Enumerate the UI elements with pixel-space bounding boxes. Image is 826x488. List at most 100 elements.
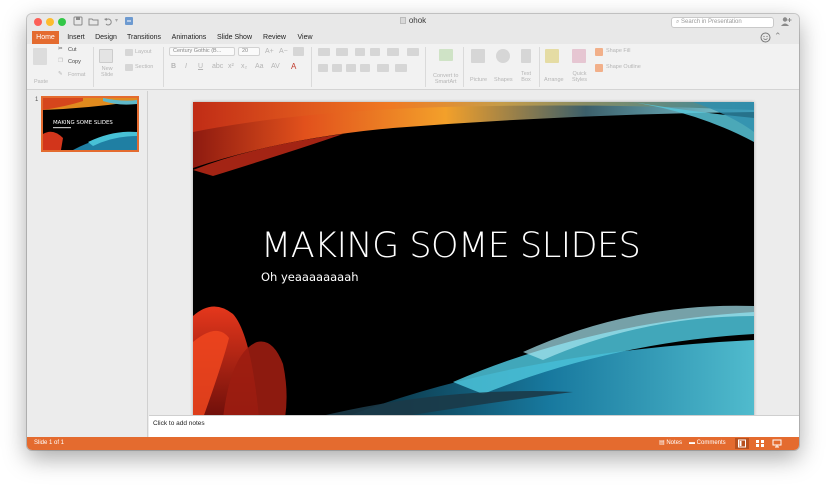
comments-toggle-label: Comments — [696, 440, 726, 446]
superscript-icon[interactable]: x² — [228, 63, 234, 70]
notes-pane[interactable]: Click to add notes — [149, 415, 799, 437]
comments-icon: ▬ — [689, 440, 697, 446]
font-name-select[interactable]: Century Gothic (B... — [169, 47, 235, 56]
change-case-icon[interactable]: Aa — [255, 63, 264, 70]
format-painter-icon[interactable]: ✎ — [58, 71, 63, 77]
shape-outline-button[interactable]: Shape Outline — [606, 64, 641, 70]
normal-view-button[interactable] — [735, 438, 749, 449]
scissors-icon[interactable]: ✂ — [58, 46, 63, 52]
slide-title[interactable]: MAKING SOME SLIDES — [261, 227, 641, 265]
align-left-icon[interactable] — [318, 64, 328, 72]
slide-sorter-button[interactable] — [753, 438, 767, 449]
quick-styles-icon[interactable] — [572, 49, 586, 63]
shape-fill-button[interactable]: Shape Fill — [606, 48, 630, 54]
layout-button[interactable]: Layout — [135, 49, 152, 55]
layout-icon[interactable] — [125, 49, 133, 56]
ribbon-separator — [93, 47, 94, 87]
tab-slide-show[interactable]: Slide Show — [215, 31, 254, 44]
comments-toggle-button[interactable]: ▬ Comments — [689, 439, 726, 448]
notes-toggle-label: Notes — [666, 440, 683, 446]
thumbnail-art: MAKING SOME SLIDES — [43, 98, 137, 150]
tab-design[interactable]: Design — [92, 31, 120, 44]
new-slide-icon[interactable] — [99, 49, 113, 63]
slide-thumbnails-pane[interactable]: 1 MAKING SOME SLIDES — [27, 91, 148, 437]
align-center-icon[interactable] — [332, 64, 342, 72]
bullets-icon[interactable] — [318, 48, 330, 56]
slide-counter: Slide 1 of 1 — [34, 440, 65, 446]
document-title-text: ohok — [408, 16, 427, 25]
shapes-button[interactable]: Shapes — [494, 77, 513, 83]
quick-styles-button[interactable]: Quick Styles — [572, 71, 587, 83]
ribbon-tabs: Home Insert Design Transitions Animation… — [27, 30, 799, 44]
subscript-icon[interactable]: x₂ — [241, 63, 247, 70]
slide-canvas[interactable]: MAKING SOME SLIDES Oh yeaaaaaaaah — [193, 102, 754, 418]
picture-button[interactable]: Picture — [470, 77, 487, 83]
grow-font-icon[interactable]: A+ — [265, 48, 274, 55]
text-box-button[interactable]: Text Box — [521, 71, 531, 83]
arrange-button[interactable]: Arrange — [544, 77, 564, 83]
search-input[interactable]: ⌕ Search in Presentation — [671, 17, 774, 28]
text-box-icon[interactable] — [521, 49, 531, 63]
bold-icon[interactable]: B — [171, 63, 176, 70]
notes-toggle-button[interactable]: ▤ Notes — [659, 439, 682, 448]
presenter-view-button[interactable] — [770, 438, 784, 449]
align-text-icon[interactable] — [395, 64, 407, 72]
align-right-icon[interactable] — [346, 64, 356, 72]
app-window: ▾ ohok ⌕ Search in Presentation Home Ins… — [27, 14, 799, 450]
share-icon[interactable] — [780, 16, 792, 27]
paste-icon[interactable] — [33, 48, 47, 65]
search-placeholder: Search in Presentation — [681, 19, 742, 25]
char-spacing-icon[interactable]: AV — [271, 63, 280, 70]
line-spacing-icon[interactable] — [387, 48, 399, 56]
text-direction-icon[interactable] — [377, 64, 389, 72]
copy-button[interactable]: Copy — [68, 59, 81, 65]
decrease-indent-icon[interactable] — [355, 48, 365, 56]
strikethrough-icon[interactable]: abc — [212, 63, 223, 70]
tab-insert[interactable]: Insert — [62, 31, 90, 44]
copy-icon[interactable]: ❐ — [58, 58, 63, 64]
shapes-icon[interactable] — [496, 49, 510, 63]
section-button[interactable]: Section — [135, 64, 153, 70]
underline-icon[interactable]: U — [198, 63, 203, 70]
tab-transitions[interactable]: Transitions — [124, 31, 164, 44]
convert-smartart-button[interactable]: Convert to SmartArt — [433, 73, 458, 85]
italic-icon[interactable]: I — [185, 63, 187, 70]
slide-editor[interactable]: MAKING SOME SLIDES Oh yeaaaaaaaah — [149, 91, 799, 418]
smartart-icon[interactable] — [439, 49, 453, 61]
clear-format-icon[interactable] — [293, 47, 304, 56]
tab-review[interactable]: Review — [260, 31, 289, 44]
section-icon[interactable] — [125, 64, 133, 71]
cut-button[interactable]: Cut — [68, 47, 77, 53]
paste-button[interactable]: Paste — [34, 79, 48, 85]
shrink-font-icon[interactable]: A− — [279, 48, 288, 55]
tab-animations[interactable]: Animations — [169, 31, 209, 44]
ribbon-separator — [463, 47, 464, 87]
new-slide-button[interactable]: New Slide — [101, 66, 113, 78]
columns-icon[interactable] — [407, 48, 419, 56]
picture-icon[interactable] — [471, 49, 485, 63]
slide-sorter-icon — [756, 440, 764, 447]
ribbon-separator — [163, 47, 164, 87]
arrange-icon[interactable] — [545, 49, 559, 63]
increase-indent-icon[interactable] — [370, 48, 380, 56]
tab-home[interactable]: Home — [32, 31, 59, 44]
font-color-icon[interactable]: A — [291, 62, 296, 71]
tab-view[interactable]: View — [294, 31, 316, 44]
home-ribbon: Paste ✂ Cut ❐ Copy ✎ Format New Slide La… — [27, 44, 799, 90]
slide-subtitle[interactable]: Oh yeaaaaaaaah — [261, 270, 359, 284]
document-icon — [399, 17, 406, 24]
justify-icon[interactable] — [360, 64, 370, 72]
thumbnail-title: MAKING SOME SLIDES — [53, 120, 113, 126]
thumbnail-number: 1 — [35, 97, 39, 103]
font-size-select[interactable]: 20 — [238, 47, 260, 56]
slide-thumbnail[interactable]: MAKING SOME SLIDES — [41, 96, 139, 152]
status-bar: Slide 1 of 1 ▤ Notes ▬ Comments — [27, 437, 799, 450]
shape-outline-icon[interactable] — [595, 64, 603, 72]
smiley-icon[interactable] — [760, 32, 771, 43]
shape-fill-icon[interactable] — [595, 48, 603, 56]
ribbon-separator — [539, 47, 540, 87]
collapse-ribbon-icon[interactable]: ⌃ — [774, 31, 782, 42]
numbering-icon[interactable] — [336, 48, 348, 56]
font-name-value: Century Gothic (B... — [173, 48, 222, 54]
format-button[interactable]: Format — [68, 72, 85, 78]
